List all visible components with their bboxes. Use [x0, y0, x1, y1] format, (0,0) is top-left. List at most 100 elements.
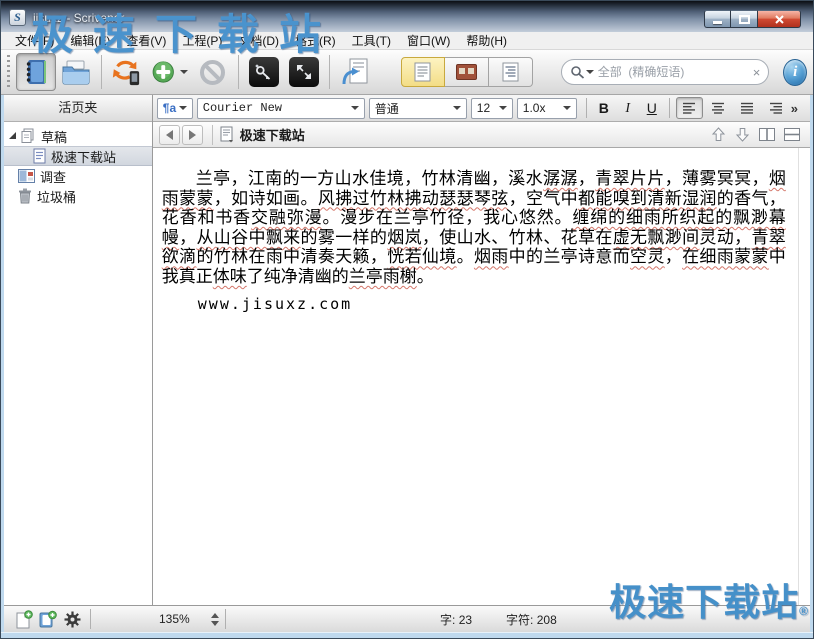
compose-mode-button[interactable]: [284, 53, 324, 91]
compile-button[interactable]: [335, 53, 375, 91]
split-horizontal-icon[interactable]: [784, 128, 800, 141]
document-view-button[interactable]: [401, 57, 445, 87]
dropdown-caret-icon: [179, 106, 187, 110]
settings-gear-button[interactable]: [60, 608, 84, 630]
misspelled-text-run: 体味: [213, 267, 247, 286]
misspelled-text-run: 烟岚: [387, 228, 422, 247]
inspector-button[interactable]: i: [783, 59, 807, 86]
text-run: ，空气中: [509, 189, 578, 208]
text-run: 。漫步在兰亭竹径，我心悠然。: [322, 208, 572, 227]
style-preset-dropdown[interactable]: ¶a: [157, 98, 193, 119]
zoom-spinner[interactable]: [211, 613, 219, 626]
binder-item-trash[interactable]: 垃圾桶: [4, 186, 152, 206]
font-value: Courier New: [203, 101, 282, 115]
close-icon: [774, 14, 785, 25]
new-folder-button[interactable]: [36, 608, 60, 630]
search-input[interactable]: [598, 65, 753, 79]
editor-header: 极速下载站: [153, 122, 810, 148]
font-dropdown[interactable]: Courier New: [197, 98, 365, 119]
keywords-button[interactable]: [244, 53, 284, 91]
formatbar-overflow-button[interactable]: »: [791, 101, 798, 116]
trash-can-icon: [18, 188, 32, 204]
next-document-arrow-icon[interactable]: [735, 127, 750, 142]
font-size-dropdown[interactable]: 12: [471, 98, 513, 119]
collections-button[interactable]: [56, 53, 96, 91]
binder-item-research[interactable]: 调查: [4, 166, 152, 186]
zoom-increase-icon[interactable]: [211, 613, 219, 618]
title-bar: S jisuxz - Scrivener: [1, 1, 813, 32]
line-spacing-value: 1.0x: [523, 101, 546, 115]
underline-button[interactable]: U: [640, 98, 664, 119]
menu-item[interactable]: 文档(D): [230, 32, 287, 50]
expand-triangle-icon[interactable]: [9, 132, 16, 139]
app-icon[interactable]: S: [9, 9, 26, 26]
previous-document-arrow-icon[interactable]: [711, 127, 726, 142]
gear-icon: [64, 611, 81, 628]
maximize-button[interactable]: [731, 10, 758, 28]
header-document-icon[interactable]: [220, 126, 234, 143]
menu-item[interactable]: 工具(T): [344, 32, 399, 50]
compose-expand-icon: [289, 57, 319, 87]
binder-item-draft[interactable]: 草稿: [4, 126, 152, 146]
status-bar: 135% 字: 23 字符: 208: [4, 605, 810, 632]
text-run: 的雾一样的: [301, 228, 388, 247]
search-box[interactable]: ×: [561, 59, 770, 85]
clear-search-icon[interactable]: ×: [753, 66, 761, 79]
align-justify-button[interactable]: [734, 97, 761, 119]
sync-button[interactable]: [106, 53, 146, 91]
back-arrow-icon: [166, 130, 173, 140]
search-scope-caret-icon[interactable]: [586, 70, 594, 74]
menu-item[interactable]: 窗口(W): [399, 32, 458, 50]
menu-item[interactable]: 文件(F): [7, 32, 62, 50]
delete-button[interactable]: [193, 53, 233, 91]
outliner-view-button[interactable]: [489, 57, 533, 87]
font-size-value: 12: [477, 101, 490, 115]
italic-button[interactable]: I: [616, 98, 640, 119]
stacked-pages-icon: [20, 128, 36, 144]
text-run: ，: [578, 169, 595, 188]
menu-item[interactable]: 编辑(E): [62, 32, 118, 50]
zoom-decrease-icon[interactable]: [211, 621, 219, 626]
forward-button[interactable]: [182, 125, 203, 145]
new-document-button[interactable]: [12, 608, 36, 630]
menu-item[interactable]: 工程(P): [174, 32, 230, 50]
formatbar-separator: [586, 98, 587, 118]
text-run: 。: [457, 247, 474, 266]
add-item-button[interactable]: [146, 53, 192, 91]
editor-text-area[interactable]: 兰亭，江南的一方山水佳境，竹林清幽，溪水潺潺，青翠片片，薄雾冥冥，烟雨蒙蒙，如诗…: [153, 148, 810, 605]
minimize-button[interactable]: [704, 10, 731, 28]
align-center-button[interactable]: [705, 97, 732, 119]
split-vertical-icon[interactable]: [759, 128, 775, 141]
app-window: 极速下载站 极速下载站® S jisuxz - Scrivener 文件(F)编…: [0, 0, 814, 639]
align-left-button[interactable]: [676, 97, 703, 119]
forward-arrow-icon: [189, 130, 196, 140]
paragraph-style-value: 普通: [375, 100, 399, 117]
menu-item[interactable]: 查看(V): [118, 32, 174, 50]
corkboard-view-button[interactable]: [445, 57, 489, 87]
format-toolbar: ¶a Courier New 普通 12 1.0x: [153, 95, 810, 122]
new-folder-icon: [39, 610, 57, 628]
line-spacing-dropdown[interactable]: 1.0x: [517, 98, 577, 119]
formatbar-separator: [669, 98, 670, 118]
dropdown-caret-icon: [563, 106, 571, 110]
add-dropdown-caret-icon: [180, 70, 188, 74]
close-button[interactable]: [758, 10, 801, 28]
menu-item[interactable]: 帮助(H): [458, 32, 515, 50]
menu-item[interactable]: 格式(R): [287, 32, 344, 50]
misspelled-text-run: 潺潺: [543, 169, 578, 188]
binder-item-jisuxz[interactable]: 极速下载站: [4, 146, 152, 166]
align-right-button[interactable]: [763, 97, 790, 119]
bold-button[interactable]: B: [592, 98, 616, 119]
search-icon: [570, 65, 585, 79]
word-count-value: 23: [459, 613, 472, 627]
outliner-view-icon: [502, 62, 519, 82]
binder-item-label: 调查: [40, 167, 66, 186]
paragraph-style-dropdown[interactable]: 普通: [369, 98, 467, 119]
text-run: ，使山水、竹林、花草在: [422, 228, 613, 247]
keywords-key-icon: [249, 57, 279, 87]
char-count-value: 208: [537, 613, 557, 627]
binder-toggle-button[interactable]: [16, 53, 56, 91]
window-controls: [704, 10, 801, 28]
back-button[interactable]: [159, 125, 180, 145]
document-paragraph: 兰亭，江南的一方山水佳境，竹林清幽，溪水潺潺，青翠片片，薄雾冥冥，烟雨蒙蒙，如诗…: [162, 169, 786, 287]
